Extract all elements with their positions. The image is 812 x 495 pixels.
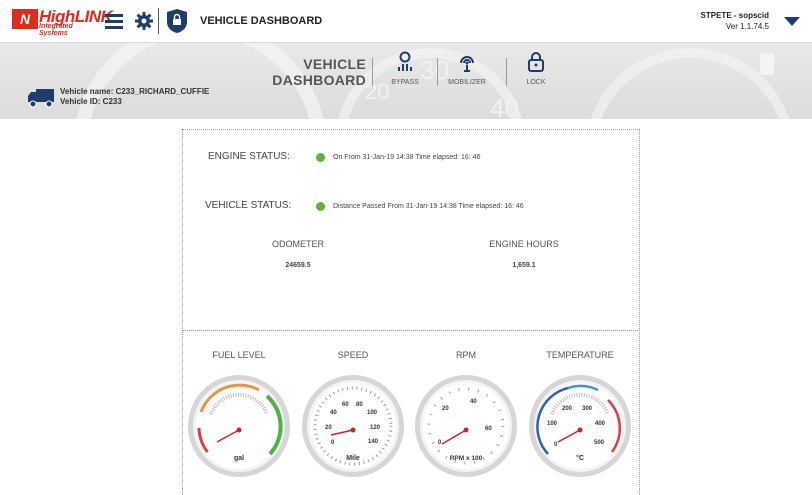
engine-status-text: On From 31-Jan-19 14:38 Time elapsed: 16…	[333, 154, 481, 161]
user-info[interactable]: STPETE - sopscid Ver 1.1.74.5	[701, 10, 769, 32]
vehicle-banner: 30 40 20 Vehicle name: C233_RICHARD_CUFF…	[0, 43, 812, 119]
engine-hours-label: ENGINE HOURS	[489, 239, 559, 249]
speed-label: SPEED	[337, 350, 369, 360]
vehicle-status-label: VEHICLE STATUS:	[205, 200, 292, 211]
rpm-gauge: 0 20 40 60 RPM x 100	[415, 375, 517, 477]
bypass-button[interactable]: BYPASS	[380, 51, 430, 86]
banner-title: VEHICLE DASHBOARD	[266, 56, 366, 88]
vehicle-name: Vehicle name: C233_RICHARD_CUFFIE	[60, 87, 210, 96]
temp-tick-300: 300	[582, 406, 593, 412]
user-name: STPETE - sopscid	[700, 11, 769, 20]
rpm-tick-60: 60	[485, 426, 492, 432]
speed-tick-120: 120	[370, 425, 381, 431]
lock-icon	[528, 52, 544, 72]
lock-label: LOCK	[526, 79, 546, 86]
logo-tagline: Integrated Systems	[39, 23, 73, 37]
rpm-label: RPM	[456, 350, 476, 360]
speed-tick-80: 80	[356, 402, 363, 408]
engine-status-label: ENGINE STATUS:	[208, 151, 290, 162]
banner-title-line2: DASHBOARD	[272, 72, 366, 88]
banner-divider	[437, 58, 438, 86]
gear-icon[interactable]	[132, 9, 156, 33]
temp-tick-400: 400	[595, 421, 606, 427]
engine-hours-value: 1,659.1	[512, 262, 536, 269]
temp-tick-200: 200	[562, 406, 573, 412]
speed-tick-140: 140	[368, 439, 379, 445]
section-divider	[182, 330, 638, 331]
truck-icon	[27, 87, 55, 114]
speed-unit: Mile	[346, 455, 360, 462]
page-title: VEHICLE DASHBOARD	[200, 15, 323, 27]
fuel-gauge: gal	[188, 375, 290, 477]
mobilizer-icon	[460, 56, 474, 72]
engine-status-indicator	[316, 153, 325, 162]
banner-divider	[372, 58, 373, 86]
mobilizer-label: MOBILIZER	[448, 79, 486, 86]
temp-unit: °C	[576, 454, 584, 462]
vehicle-status-indicator	[316, 202, 325, 211]
speed-tick-60: 60	[342, 402, 349, 408]
header-divider	[158, 8, 159, 34]
speed-gauge: 0 20 40 60 80 100 120 140 Mile	[302, 375, 404, 477]
fuel-level-label: FUEL LEVEL	[212, 350, 266, 360]
bg-mark-40: 40	[490, 93, 519, 119]
temperature-label: TEMPERATURE	[546, 350, 614, 360]
vehicle-info: Vehicle name: C233_RICHARD_CUFFIE Vehicl…	[60, 87, 209, 107]
logo-mark: N	[12, 9, 38, 29]
highlink-logo[interactable]: N HighLINK Integrated Systems	[12, 7, 113, 37]
odometer-value: 24659.5	[285, 262, 311, 269]
vehicle-id: Vehicle ID: C233	[60, 97, 122, 106]
vehicle-status-text: Distance Passed From 31-Jan-19 14:38 Tim…	[333, 203, 524, 210]
rpm-tick-40: 40	[470, 399, 477, 405]
rpm-unit: RPM x 100	[450, 455, 483, 462]
caret-down-icon[interactable]	[784, 17, 800, 26]
speed-tick-100: 100	[367, 410, 378, 416]
rpm-tick-20: 20	[442, 406, 449, 412]
speed-tick-40: 40	[330, 410, 337, 416]
shield-lock-icon	[165, 8, 189, 33]
app-version: Ver 1.1.74.5	[725, 22, 769, 31]
temp-tick-100: 100	[547, 421, 558, 427]
hamburger-icon[interactable]	[103, 9, 127, 33]
bypass-label: BYPASS	[391, 79, 419, 86]
odometer-label: ODOMETER	[271, 239, 324, 249]
bypass-icon	[398, 51, 412, 71]
temperature-gauge: 0 100 200 300 400 500 °C	[529, 375, 631, 477]
temp-tick-500: 500	[594, 440, 605, 446]
mobilizer-button[interactable]: MOBILIZER	[442, 51, 492, 86]
speed-tick-20: 20	[325, 425, 332, 431]
banner-title-line1: VEHICLE	[303, 56, 366, 72]
banner-divider	[506, 58, 507, 86]
fuel-unit: gal	[234, 455, 244, 462]
lock-button[interactable]: LOCK	[511, 51, 561, 86]
top-bar: N HighLINK Integrated Systems VEHICLE DA…	[0, 0, 812, 43]
